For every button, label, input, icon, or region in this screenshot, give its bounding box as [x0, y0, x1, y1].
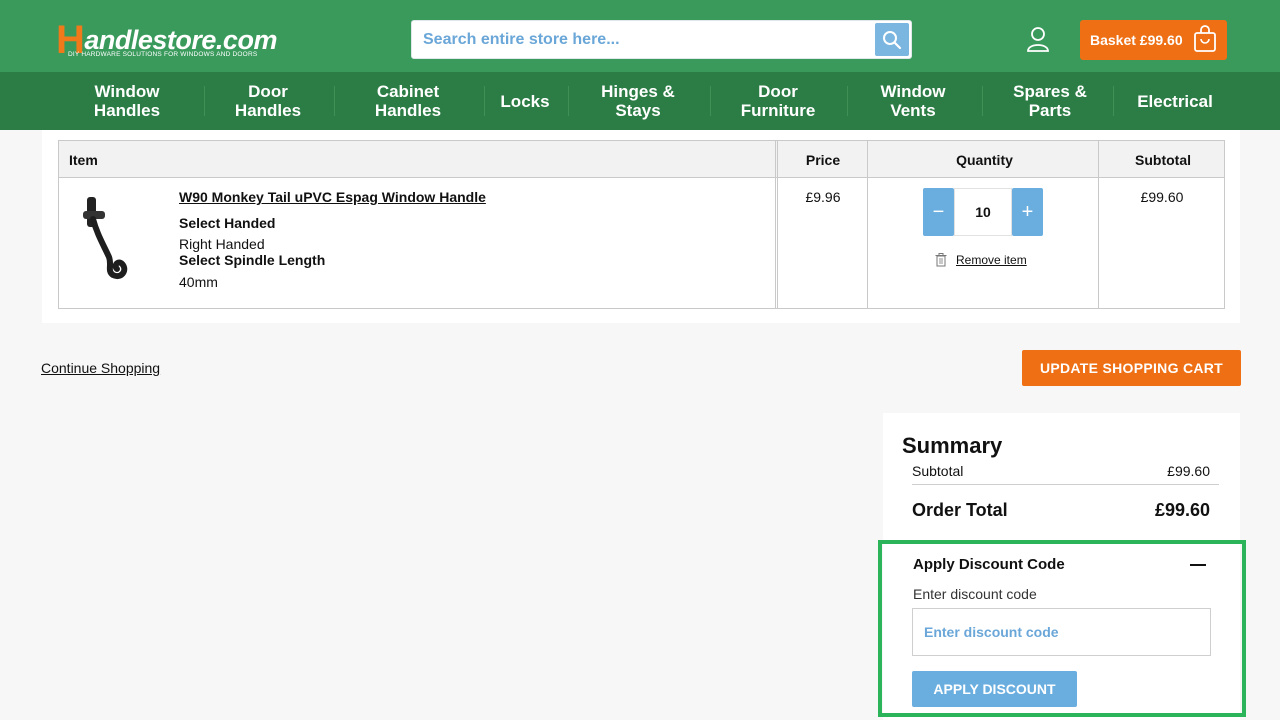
- search-input[interactable]: [412, 21, 874, 58]
- cart-table: Item Price Quantity Subtotal W90 Monkey …: [58, 140, 1225, 309]
- quantity-input[interactable]: [954, 188, 1012, 236]
- option-value-spindle: 40mm: [179, 274, 218, 290]
- nav-divider: [484, 86, 485, 116]
- column-header-item: Item: [69, 151, 98, 168]
- nav-item-window-handles[interactable]: Window Handles: [72, 72, 182, 130]
- site-logo[interactable]: Handlestore.com DIY HARDWARE SOLUTIONS F…: [56, 6, 277, 62]
- column-header-quantity: Quantity: [956, 151, 1013, 168]
- nav-item-electrical[interactable]: Electrical: [1125, 72, 1225, 130]
- nav-item-locks[interactable]: Locks: [490, 72, 560, 130]
- product-thumbnail[interactable]: [79, 189, 137, 281]
- column-header-price: Price: [805, 151, 841, 168]
- nav-item-door-handles[interactable]: Door Handles: [213, 72, 323, 130]
- summary-title: Summary: [902, 433, 1003, 458]
- continue-shopping-link[interactable]: Continue Shopping: [41, 360, 160, 376]
- nav-item-hinges-stays[interactable]: Hinges & Stays: [583, 72, 693, 130]
- nav-item-door-furniture[interactable]: Door Furniture: [723, 72, 833, 130]
- discount-code-panel: Apply Discount Code Enter discount code …: [878, 540, 1246, 717]
- nav-divider: [204, 86, 205, 116]
- discount-code-input[interactable]: [912, 608, 1211, 656]
- quantity-stepper: − +: [923, 188, 1043, 236]
- option-label-spindle: Select Spindle Length: [179, 252, 326, 268]
- order-total-label: Order Total: [912, 500, 1008, 520]
- logo-tagline: DIY HARDWARE SOLUTIONS FOR WINDOWS AND D…: [68, 51, 258, 58]
- cart-table-header: Item Price Quantity Subtotal: [59, 141, 1224, 178]
- account-button[interactable]: [1024, 24, 1052, 54]
- column-header-subtotal: Subtotal: [1135, 151, 1191, 168]
- column-divider: [777, 141, 778, 308]
- nav-divider: [568, 86, 569, 116]
- basket-total: Basket £99.60: [1090, 32, 1183, 48]
- site-header: Handlestore.com DIY HARDWARE SOLUTIONS F…: [0, 0, 1280, 72]
- product-name-link[interactable]: W90 Monkey Tail uPVC Espag Window Handle: [179, 189, 486, 205]
- discount-field-label: Enter discount code: [913, 586, 1037, 602]
- increase-quantity-button[interactable]: +: [1012, 188, 1043, 236]
- column-divider: [775, 141, 776, 308]
- shopping-bag-icon: [1194, 25, 1216, 52]
- nav-divider: [982, 86, 983, 116]
- nav-divider: [710, 86, 711, 116]
- item-price: £9.96: [805, 189, 841, 205]
- user-icon: [1027, 27, 1049, 52]
- search-bar: [411, 20, 912, 59]
- nav-item-window-vents[interactable]: Window Vents: [858, 72, 968, 130]
- main-navigation: Window Handles Door Handles Cabinet Hand…: [0, 72, 1280, 130]
- search-icon: [883, 30, 902, 49]
- item-subtotal: £99.60: [1140, 189, 1184, 205]
- basket-button[interactable]: Basket £99.60: [1080, 20, 1227, 60]
- remove-item-label: Remove item: [956, 253, 1027, 267]
- update-cart-button[interactable]: UPDATE SHOPPING CART: [1022, 350, 1241, 386]
- trash-icon: [935, 253, 947, 267]
- nav-divider: [847, 86, 848, 116]
- column-divider: [1098, 141, 1099, 308]
- collapse-icon[interactable]: [1190, 564, 1206, 566]
- option-value-handed: Right Handed: [179, 236, 265, 252]
- summary-divider: [912, 484, 1219, 485]
- nav-divider: [334, 86, 335, 116]
- nav-item-cabinet-handles[interactable]: Cabinet Handles: [353, 72, 463, 130]
- order-total-value: £99.60: [1154, 500, 1210, 520]
- summary-subtotal-label: Subtotal: [912, 463, 964, 479]
- discount-section-toggle[interactable]: Apply Discount Code: [913, 556, 1065, 573]
- nav-item-spares-parts[interactable]: Spares & Parts: [995, 72, 1105, 130]
- column-divider: [867, 141, 868, 308]
- summary-subtotal-value: £99.60: [1167, 463, 1210, 479]
- remove-item-link[interactable]: Remove item: [935, 253, 1027, 267]
- decrease-quantity-button[interactable]: −: [923, 188, 954, 236]
- apply-discount-button[interactable]: APPLY DISCOUNT: [912, 671, 1077, 707]
- search-button[interactable]: [875, 23, 909, 56]
- option-label-handed: Select Handed: [179, 215, 276, 231]
- nav-divider: [1113, 86, 1114, 116]
